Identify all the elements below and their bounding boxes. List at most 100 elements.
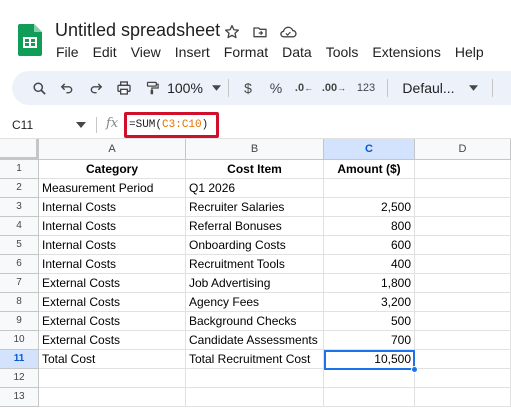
cell-b9[interactable]: Background Checks <box>186 312 324 331</box>
cell-b13[interactable] <box>186 388 324 407</box>
move-to-folder-icon[interactable] <box>250 22 270 42</box>
row-header-13[interactable]: 13 <box>0 388 39 407</box>
cell-c4[interactable]: 800 <box>324 217 415 236</box>
cell-b2[interactable]: Q1 2026 <box>186 179 324 198</box>
cell-c3[interactable]: 2,500 <box>324 198 415 217</box>
cell-a12[interactable] <box>39 369 186 388</box>
cell-d13[interactable] <box>415 388 511 407</box>
cell-d8[interactable] <box>415 293 511 312</box>
cell-a2[interactable]: Measurement Period <box>39 179 186 198</box>
cell-d11[interactable] <box>415 350 511 369</box>
cell-d6[interactable] <box>415 255 511 274</box>
cell-c10[interactable]: 700 <box>324 331 415 350</box>
cell-a6[interactable]: Internal Costs <box>39 255 186 274</box>
zoom-select[interactable]: 100% <box>166 75 222 101</box>
menu-format[interactable]: Format <box>217 44 275 60</box>
menu-view[interactable]: View <box>124 44 168 60</box>
row-header-3[interactable]: 3 <box>0 198 39 217</box>
cell-a7[interactable]: External Costs <box>39 274 186 293</box>
search-menus-icon[interactable] <box>26 75 52 101</box>
cell-c13[interactable] <box>324 388 415 407</box>
cell-b6[interactable]: Recruitment Tools <box>186 255 324 274</box>
row-header-8[interactable]: 8 <box>0 293 39 312</box>
cell-a3[interactable]: Internal Costs <box>39 198 186 217</box>
format-currency-button[interactable]: $ <box>235 75 261 101</box>
cell-c7[interactable]: 1,800 <box>324 274 415 293</box>
star-icon[interactable] <box>222 22 242 42</box>
row-header-4[interactable]: 4 <box>0 217 39 236</box>
row-header-1[interactable]: 1 <box>0 160 39 179</box>
cell-a10[interactable]: External Costs <box>39 331 186 350</box>
cell-c9[interactable]: 500 <box>324 312 415 331</box>
cell-d3[interactable] <box>415 198 511 217</box>
menu-insert[interactable]: Insert <box>168 44 217 60</box>
row-header-9[interactable]: 9 <box>0 312 39 331</box>
name-box-caret-icon[interactable] <box>76 120 86 130</box>
row-header-5[interactable]: 5 <box>0 236 39 255</box>
cell-a8[interactable]: External Costs <box>39 293 186 312</box>
row-header-2[interactable]: 2 <box>0 179 39 198</box>
cell-b3[interactable]: Recruiter Salaries <box>186 198 324 217</box>
cell-c2[interactable] <box>324 179 415 198</box>
column-header-b[interactable]: B <box>186 139 324 160</box>
fill-handle[interactable] <box>411 366 418 373</box>
cell-b5[interactable]: Onboarding Costs <box>186 236 324 255</box>
cell-a4[interactable]: Internal Costs <box>39 217 186 236</box>
menu-edit[interactable]: Edit <box>86 44 124 60</box>
menu-extensions[interactable]: Extensions <box>365 44 447 60</box>
cell-d9[interactable] <box>415 312 511 331</box>
document-title[interactable]: Untitled spreadsheet <box>55 20 220 41</box>
menu-file[interactable]: File <box>49 44 86 60</box>
cell-c1[interactable]: Amount ($) <box>324 160 415 179</box>
cell-c8[interactable]: 3,200 <box>324 293 415 312</box>
cell-b10[interactable]: Candidate Assessments <box>186 331 324 350</box>
cell-a11[interactable]: Total Cost <box>39 350 186 369</box>
cell-b8[interactable]: Agency Fees <box>186 293 324 312</box>
row-header-10[interactable]: 10 <box>0 331 39 350</box>
cell-c6[interactable]: 400 <box>324 255 415 274</box>
select-all-corner[interactable] <box>0 139 39 160</box>
cell-d2[interactable] <box>415 179 511 198</box>
format-percent-button[interactable]: % <box>261 75 291 101</box>
column-header-c[interactable]: C <box>324 139 415 160</box>
cell-c5[interactable]: 600 <box>324 236 415 255</box>
cell-d1[interactable] <box>415 160 511 179</box>
font-select[interactable]: Defaul... <box>394 75 486 101</box>
sheets-logo-icon[interactable] <box>18 24 42 56</box>
cell-b7[interactable]: Job Advertising <box>186 274 324 293</box>
cell-d4[interactable] <box>415 217 511 236</box>
cell-c11[interactable]: 10,500 <box>324 350 415 369</box>
cell-b12[interactable] <box>186 369 324 388</box>
print-icon[interactable] <box>110 75 138 101</box>
cell-b4[interactable]: Referral Bonuses <box>186 217 324 236</box>
column-header-d[interactable]: D <box>415 139 511 160</box>
menu-data[interactable]: Data <box>275 44 319 60</box>
cell-b11[interactable]: Total Recruitment Cost <box>186 350 324 369</box>
paint-format-icon[interactable] <box>138 75 166 101</box>
cell-b1[interactable]: Cost Item <box>186 160 324 179</box>
cell-a5[interactable]: Internal Costs <box>39 236 186 255</box>
redo-icon[interactable] <box>82 75 110 101</box>
cell-d10[interactable] <box>415 331 511 350</box>
cell-a13[interactable] <box>39 388 186 407</box>
cell-a1[interactable]: Category <box>39 160 186 179</box>
cell-d7[interactable] <box>415 274 511 293</box>
cell-d12[interactable] <box>415 369 511 388</box>
undo-icon[interactable] <box>52 75 82 101</box>
cell-d5[interactable] <box>415 236 511 255</box>
more-formats-button[interactable]: 123 <box>351 75 381 101</box>
name-box[interactable]: C11 <box>12 118 33 132</box>
row-header-12[interactable]: 12 <box>0 369 39 388</box>
cell-a9[interactable]: External Costs <box>39 312 186 331</box>
decrease-decimal-button[interactable]: .0 ← <box>291 75 317 101</box>
row-header-6[interactable]: 6 <box>0 255 39 274</box>
row-header-11[interactable]: 11 <box>0 350 39 369</box>
menu-tools[interactable]: Tools <box>319 44 366 60</box>
column-header-a[interactable]: A <box>39 139 186 160</box>
row-header-7[interactable]: 7 <box>0 274 39 293</box>
formula-input[interactable]: =SUM(C3:C10) <box>124 112 219 138</box>
increase-decimal-button[interactable]: .00 → <box>317 75 351 101</box>
cloud-saved-icon[interactable] <box>278 22 298 42</box>
menu-help[interactable]: Help <box>448 44 491 60</box>
cell-c12[interactable] <box>324 369 415 388</box>
